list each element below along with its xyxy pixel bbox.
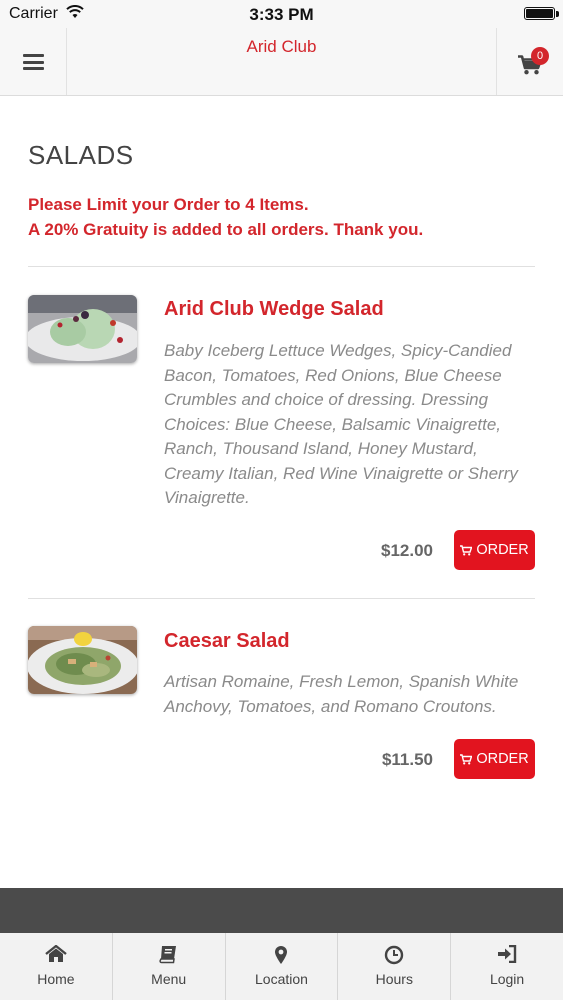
nav-bar: Arid Club 0 [0,28,563,96]
notice-line-1: Please Limit your Order to 4 Items. [28,195,309,214]
tab-label: Home [37,971,75,987]
divider [28,598,535,599]
tab-label: Menu [151,971,187,987]
home-icon [45,945,67,962]
tab-login[interactable]: Login [451,933,563,1000]
item-name[interactable]: Caesar Salad [164,630,290,653]
footer-band [0,888,563,933]
item-price: $11.50 [381,750,433,769]
order-button-label: ORDER [476,542,529,558]
tab-location[interactable]: Location [226,933,339,1000]
tab-label: Login [489,971,525,987]
status-time: 3:33 PM [249,5,314,24]
item-name[interactable]: Arid Club Wedge Salad [164,298,384,321]
status-bar: Carrier 3:33 PM [0,0,563,28]
tab-hours[interactable]: Hours [338,933,452,1000]
notice-line-2: A 20% Gratuity is added to all orders. T… [28,220,424,239]
section-title: SALADS [28,140,134,170]
item-price: $12.00 [381,541,433,560]
cart-icon [460,753,473,764]
item-description: Baby Iceberg Lettuce Wedges, Spicy-Candi… [164,341,518,507]
divider [28,266,535,267]
book-icon [159,946,177,964]
item-photo-wedge-salad[interactable] [28,295,137,363]
cart-button[interactable]: 0 [496,28,563,95]
order-button-label: ORDER [476,751,529,767]
sign-in-icon [498,945,517,963]
cart-count-badge: 0 [531,47,549,65]
item-photo-caesar-salad[interactable] [28,626,137,694]
order-button[interactable]: ORDER [454,530,535,570]
tab-label: Hours [375,971,413,987]
battery-tip [556,11,559,17]
bottom-tab-bar: Home Menu Location Hours Login [0,933,563,1000]
item-description: Artisan Romaine, Fresh Lemon, Spanish Wh… [164,672,519,716]
map-marker-icon [275,946,288,964]
cart-icon [460,544,473,555]
app-title: Arid Club [246,37,317,56]
tab-label: Location [255,971,308,987]
battery-icon [524,7,555,20]
order-notice: Please Limit your Order to 4 Items. A 20… [28,192,423,242]
tab-menu[interactable]: Menu [113,933,226,1000]
tab-home[interactable]: Home [0,933,113,1000]
order-button[interactable]: ORDER [454,739,535,779]
clock-icon [385,945,404,965]
